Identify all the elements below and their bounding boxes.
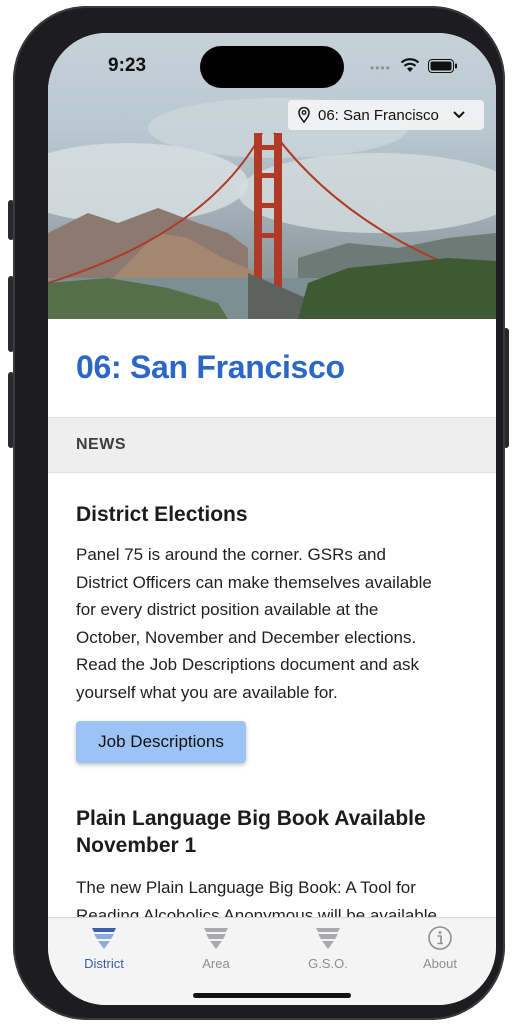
- article-line: Reading Alcoholics Anonymous will be ava…: [76, 905, 437, 918]
- article-line: Read the Job Descriptions document and a…: [76, 655, 420, 674]
- home-indicator: [193, 993, 351, 998]
- tab-label: G.S.O.: [308, 956, 348, 971]
- tab-area[interactable]: Area: [176, 926, 256, 971]
- page-title: 06: San Francisco: [76, 349, 345, 385]
- battery-icon: [428, 59, 457, 73]
- article-body: The new Plain Language Big Book: A Tool …: [76, 874, 476, 917]
- status-time: 9:23: [108, 55, 147, 76]
- tab-district[interactable]: District: [64, 926, 144, 971]
- content-scroll[interactable]: 06: San Francisco NEWS District Election…: [48, 319, 496, 917]
- triangle-stack-icon: [316, 928, 340, 949]
- location-pin-icon: [298, 107, 310, 123]
- job-descriptions-button[interactable]: Job Descriptions: [76, 721, 246, 763]
- article-title: Plain Language Big Book Available Novemb…: [76, 805, 426, 859]
- section-header-label: NEWS: [76, 436, 126, 453]
- article-title-line: November 1: [76, 834, 197, 857]
- section-header: NEWS: [48, 417, 496, 473]
- article-title: District Elections: [76, 503, 248, 526]
- article-body: Panel 75 is around the corner. GSRs and …: [76, 541, 476, 706]
- article-line: October, November and December elections…: [76, 627, 417, 647]
- tab-about[interactable]: About: [400, 926, 480, 971]
- tab-gso[interactable]: G.S.O.: [288, 926, 368, 971]
- article-line: yourself what you are available for.: [76, 682, 338, 702]
- info-circle-icon: [428, 926, 452, 950]
- article-line: District Officers can make themselves av…: [76, 572, 432, 592]
- triangle-stack-icon: [204, 928, 228, 949]
- article-line: for every district position available at…: [76, 600, 379, 619]
- phone-frame: 9:23 •••• 06: San Francisco 06: San Fran…: [13, 6, 505, 1020]
- tab-label: Area: [202, 956, 230, 971]
- tab-label: District: [84, 956, 124, 971]
- signal-dots-icon: ••••: [370, 61, 391, 75]
- district-selector-label: 06: San Francisco: [318, 106, 439, 124]
- article-line: Panel 75 is around the corner. GSRs and: [76, 545, 386, 564]
- chevron-down-icon: [453, 111, 465, 119]
- district-selector[interactable]: 06: San Francisco: [288, 100, 484, 130]
- article-title-line: Plain Language Big Book Available: [76, 807, 426, 830]
- screen: 9:23 •••• 06: San Francisco 06: San Fran…: [48, 33, 496, 1005]
- dynamic-island: [200, 46, 344, 88]
- article-line: The new Plain Language Big Book: A Tool …: [76, 878, 416, 897]
- tab-label: About: [423, 956, 457, 971]
- wifi-icon: [400, 58, 420, 72]
- tab-bar: District Area G.S.O. About: [48, 917, 496, 1005]
- triangle-stack-icon: [92, 928, 116, 949]
